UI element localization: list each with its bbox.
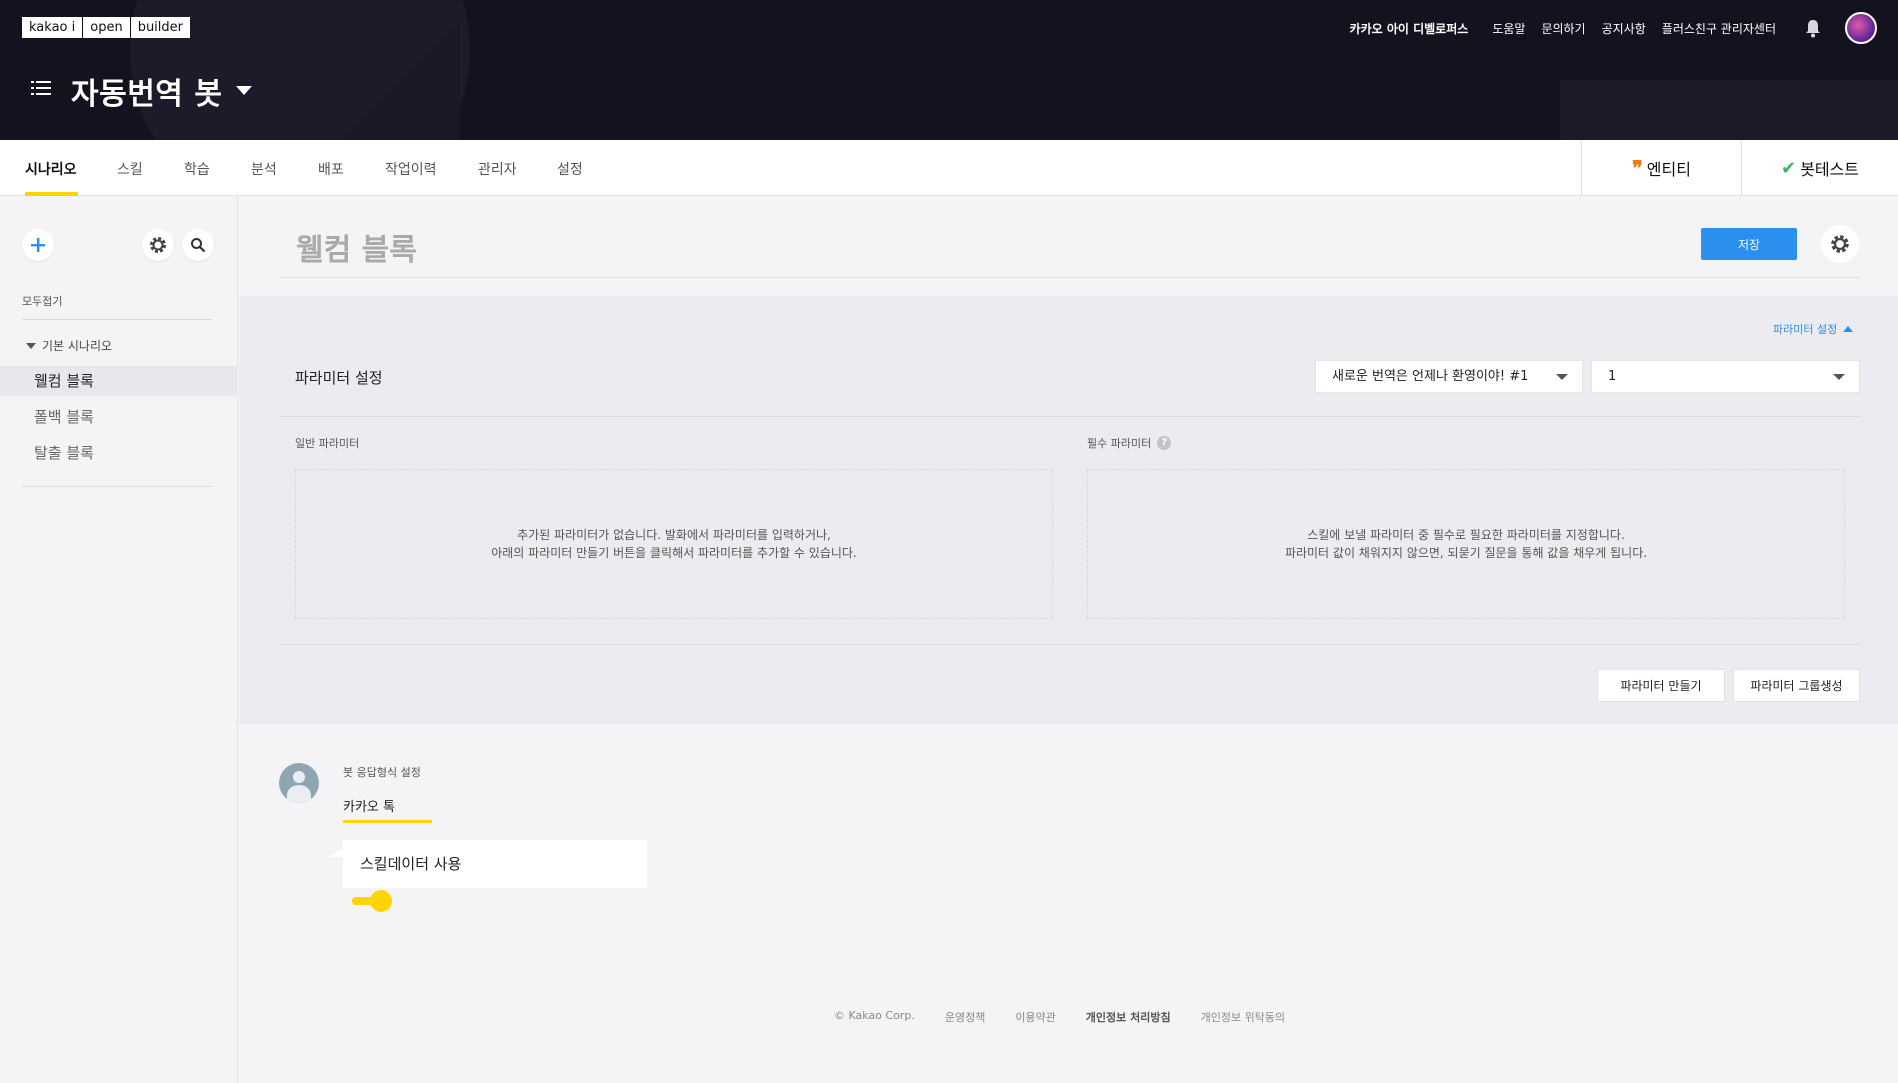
block-title-input[interactable]: 웰컴 블록	[296, 225, 417, 269]
scenario-group-label: 기본 시나리오	[42, 339, 113, 353]
required-params-dropzone: 스킬에 보낼 파라미터 중 필수로 필요한 파라미터를 지정합니다. 파라미터 …	[1087, 469, 1845, 619]
divider	[280, 644, 1860, 645]
gear-icon	[1831, 235, 1849, 253]
footer-privacy-link[interactable]: 개인정보 처리방침	[1086, 1009, 1171, 1025]
divider	[22, 486, 212, 487]
empty-message-line: 추가된 파라미터가 없습니다. 발화에서 파라미터를 입력하거나,	[517, 528, 831, 542]
divider	[22, 319, 212, 320]
top-header: kakao i open builder 카카오 아이 디벨로퍼스 도움말 문의…	[0, 0, 1898, 140]
create-parameter-button[interactable]: 파라미터 만들기	[1597, 669, 1725, 702]
gear-icon	[150, 237, 166, 253]
divider	[280, 416, 1860, 417]
header-decoration	[340, 20, 460, 140]
tab-kakaotalk[interactable]: 카카오 톡	[343, 796, 395, 815]
general-params-label: 일반 파라미터	[295, 435, 359, 451]
main-tabs: 시나리오 스킬 학습 분석 배포 작업이력 관리자 설정 ❞ 엔티티 ✔ 봇테스…	[0, 140, 1898, 196]
chevron-down-icon[interactable]	[236, 86, 252, 95]
required-params-label: 필수 파라미터 ?	[1087, 435, 1172, 451]
top-nav: 카카오 아이 디벨로퍼스 도움말 문의하기 공지사항 플러스친구 관리자센터	[1350, 20, 1776, 37]
scenario-sidebar	[0, 197, 238, 1083]
nav-help-link[interactable]: 도움말	[1492, 20, 1525, 37]
divider	[280, 277, 1860, 278]
utterance-select[interactable]: 새로운 번역은 언제나 환영이야! #1	[1315, 360, 1583, 393]
help-icon[interactable]: ?	[1157, 436, 1172, 450]
logo-part: kakao i	[22, 17, 84, 38]
check-icon: ✔	[1781, 157, 1797, 179]
bot-test-label: 봇테스트	[1800, 160, 1859, 179]
bot-test-button[interactable]: ✔ 봇테스트	[1741, 140, 1898, 196]
tab-scenario[interactable]: 시나리오	[25, 159, 77, 179]
tab-admin[interactable]: 관리자	[478, 159, 517, 179]
sidebar-item-exit-block[interactable]: 탈출 블록	[0, 438, 238, 468]
nav-inquiry-link[interactable]: 문의하기	[1541, 20, 1585, 37]
parameter-heading: 파라미터 설정	[295, 369, 383, 387]
caret-up-icon	[1843, 326, 1854, 332]
footer-copyright: © Kakao Corp.	[834, 1009, 915, 1022]
kakao-open-builder-logo[interactable]: kakao i open builder	[22, 17, 190, 38]
search-icon	[191, 238, 206, 253]
footer-policy-link[interactable]: 운영정책	[945, 1009, 985, 1025]
active-tab-indicator	[25, 192, 78, 196]
active-tab-indicator	[343, 820, 432, 823]
block-header-area	[239, 197, 1898, 296]
footer-terms-link[interactable]: 이용약관	[1015, 1009, 1055, 1025]
nav-notice-link[interactable]: 공지사항	[1602, 20, 1646, 37]
tab-analysis[interactable]: 분석	[251, 159, 277, 179]
logo-part: open	[83, 17, 131, 38]
bubble-tail	[329, 848, 343, 857]
empty-message-line: 아래의 파라미터 만들기 버튼을 클릭해서 파라미터를 추가할 수 있습니다.	[491, 546, 857, 560]
parameter-toggle-label: 파라미터 설정	[1773, 323, 1838, 336]
list-menu-icon[interactable]	[31, 80, 51, 96]
header-decoration	[1560, 80, 1898, 140]
tab-deploy[interactable]: 배포	[318, 159, 344, 179]
required-params-label-text: 필수 파라미터	[1087, 437, 1152, 450]
entity-button[interactable]: ❞ 엔티티	[1581, 140, 1741, 196]
general-params-label-text: 일반 파라미터	[295, 437, 360, 450]
description-line: 스킬에 보낼 파라미터 중 필수로 필요한 파라미터를 지정합니다.	[1307, 528, 1625, 542]
nav-developers-link[interactable]: 카카오 아이 디벨로퍼스	[1350, 20, 1469, 37]
response-format-label: 봇 응답형식 설정	[343, 766, 421, 779]
utterance-select-value: 새로운 번역은 언제나 환영이야! #1	[1332, 369, 1529, 384]
bot-title[interactable]: 자동번역 봇	[71, 69, 222, 113]
chevron-down-icon	[1833, 374, 1845, 380]
create-parameter-group-button[interactable]: 파라미터 그룹생성	[1733, 669, 1860, 702]
block-settings-button[interactable]	[1821, 225, 1859, 263]
general-params-dropzone: 추가된 파라미터가 없습니다. 발화에서 파라미터를 입력하거나, 아래의 파라…	[295, 469, 1053, 619]
sidebar-item-welcome-block[interactable]: 웰컴 블록	[0, 366, 238, 396]
footer-privacy-consign-link[interactable]: 개인정보 위탁동의	[1201, 1009, 1285, 1025]
count-select[interactable]: 1	[1591, 360, 1860, 393]
bell-icon[interactable]	[1804, 18, 1822, 38]
tab-settings[interactable]: 설정	[557, 159, 583, 179]
parameter-settings-toggle[interactable]: 파라미터 설정	[1773, 321, 1854, 337]
save-button[interactable]: 저장	[1701, 228, 1797, 260]
tab-skill[interactable]: 스킬	[117, 159, 143, 179]
toggle-knob[interactable]	[370, 890, 392, 912]
logo-part: builder	[137, 20, 183, 35]
collapse-all-button[interactable]: 모두접기	[22, 293, 62, 309]
bot-avatar	[279, 763, 319, 803]
chevron-down-icon	[1556, 374, 1568, 380]
sidebar-item-fallback-block[interactable]: 폴백 블록	[0, 402, 238, 432]
entity-label: 엔티티	[1646, 160, 1691, 179]
count-select-value: 1	[1608, 369, 1617, 384]
scenario-group-toggle[interactable]: 기본 시나리오	[26, 337, 112, 354]
caret-down-icon	[26, 342, 36, 349]
skill-data-bubble[interactable]: 스킬데이터 사용	[343, 840, 647, 888]
description-line: 파라미터 값이 채워지지 않으면, 되묻기 질문을 통해 값을 채우게 됩니다.	[1284, 546, 1648, 560]
sidebar-settings-button[interactable]	[142, 229, 174, 261]
nav-plus-friend-admin-link[interactable]: 플러스친구 관리자센터	[1662, 20, 1776, 37]
sidebar-search-button[interactable]	[182, 229, 214, 261]
tab-learning[interactable]: 학습	[184, 159, 210, 179]
tab-history[interactable]: 작업이력	[385, 159, 437, 179]
user-avatar[interactable]	[1845, 12, 1877, 44]
footer: © Kakao Corp. 운영정책 이용약관 개인정보 처리방침 개인정보 위…	[834, 1009, 1285, 1025]
plus-icon	[31, 238, 45, 252]
add-block-button[interactable]	[22, 229, 54, 261]
quote-icon: ❞	[1632, 156, 1643, 180]
